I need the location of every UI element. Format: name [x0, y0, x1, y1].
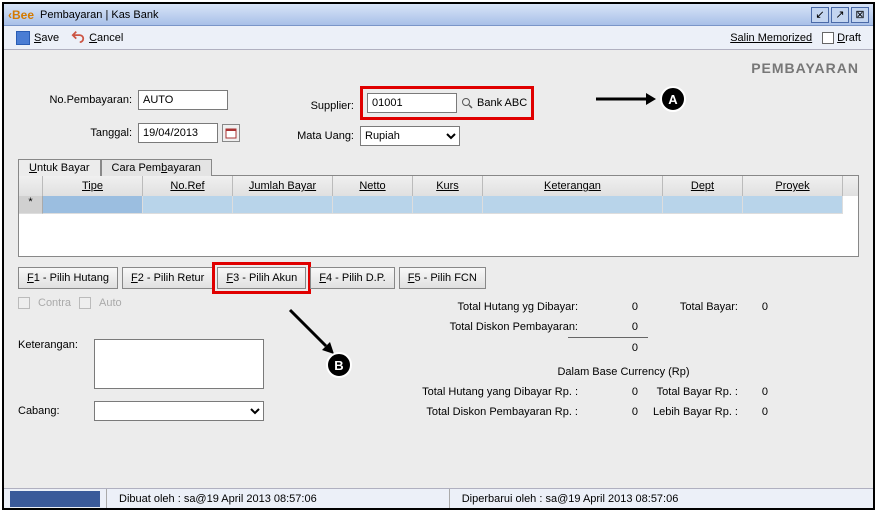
supplier-field-highlighted: Bank ABC — [360, 86, 534, 120]
supplier-name: Bank ABC — [477, 97, 527, 109]
cabang-select[interactable] — [94, 401, 264, 421]
total-bayar-value: 0 — [748, 301, 778, 313]
window-title: Pembayaran | Kas Bank — [40, 9, 158, 21]
callout-b: B — [326, 352, 352, 378]
tab-untuk-bayar[interactable]: Untuk Bayar — [18, 159, 101, 176]
diskon-rp-value: 0 — [588, 406, 648, 418]
total-hutang-dibayar-label: Total Hutang yg Dibayar: — [388, 301, 588, 313]
salin-memorized-link[interactable]: Salin Memorized — [730, 32, 812, 44]
grid-header-blank — [19, 176, 43, 196]
matauang-label: Mata Uang: — [280, 130, 360, 142]
tab-cara-pembayaran[interactable]: Cara Pembayaran — [101, 159, 212, 176]
grid-header-jumlah[interactable]: Jumlah Bayar — [233, 176, 333, 196]
no-pembayaran-label: No.Pembayaran: — [18, 94, 138, 106]
draft-checkbox[interactable] — [822, 32, 834, 44]
grid-header-dept[interactable]: Dept — [663, 176, 743, 196]
grid-header-netto[interactable]: Netto — [333, 176, 413, 196]
tanggal-input[interactable] — [138, 123, 218, 143]
save-button[interactable]: Save — [16, 31, 59, 45]
f4-pilih-dp-button[interactable]: F4 - Pilih D.P. — [310, 267, 394, 289]
contra-label: Contra — [38, 297, 71, 309]
hutang-rp-label: Total Hutang yang Dibayar Rp. : — [388, 386, 588, 398]
base-currency-title: Dalam Base Currency (Rp) — [388, 366, 859, 378]
calendar-icon[interactable] — [222, 124, 240, 142]
grid-header-keterangan[interactable]: Keterangan — [483, 176, 663, 196]
window-close-icon[interactable]: ⊠ — [851, 7, 869, 23]
arrow-a — [596, 91, 656, 107]
grid-header-noref[interactable]: No.Ref — [143, 176, 233, 196]
supplier-input[interactable] — [367, 93, 457, 113]
status-created: Dibuat oleh : sa@19 April 2013 08:57:06 — [106, 489, 329, 508]
f3-pilih-akun-button[interactable]: F3 - Pilih Akun — [217, 267, 306, 289]
status-updated: Diperbarui oleh : sa@19 April 2013 08:57… — [449, 489, 691, 508]
f2-pilih-retur-button[interactable]: F2 - Pilih Retur — [122, 267, 213, 289]
draft-label: Draft — [837, 32, 861, 44]
total-bayar-rp-label: Total Bayar Rp. : — [648, 386, 748, 398]
lebih-bayar-label: Lebih Bayar Rp. : — [648, 406, 748, 418]
no-pembayaran-input[interactable] — [138, 90, 228, 110]
supplier-label: Supplier: — [280, 94, 360, 112]
auto-checkbox — [79, 297, 91, 309]
grid-header-kurs[interactable]: Kurs — [413, 176, 483, 196]
grid-header-proyek[interactable]: Proyek — [743, 176, 843, 196]
callout-a: A — [660, 86, 686, 112]
f1-pilih-hutang-button[interactable]: F1 - Pilih Hutang — [18, 267, 118, 289]
total-diskon-label: Total Diskon Pembayaran: — [388, 321, 588, 333]
total-bayar-label: Total Bayar: — [648, 301, 748, 313]
keterangan-input[interactable] — [94, 339, 264, 389]
cancel-button[interactable]: Cancel — [71, 29, 123, 46]
lookup-icon[interactable] — [461, 97, 473, 109]
total-hutang-dibayar-value: 0 — [588, 301, 648, 313]
arrow-b — [286, 306, 336, 356]
cabang-label: Cabang: — [18, 405, 88, 417]
contra-checkbox — [18, 297, 30, 309]
payment-grid[interactable]: Tipe No.Ref Jumlah Bayar Netto Kurs Kete… — [18, 175, 859, 257]
keterangan-label: Keterangan: — [18, 339, 88, 351]
window-maximize-icon[interactable]: ↗ — [831, 7, 849, 23]
status-indicator — [10, 491, 100, 507]
window-minimize-icon[interactable]: ↙ — [811, 7, 829, 23]
undo-icon — [71, 29, 85, 46]
total-diskon-value: 0 — [588, 321, 648, 333]
total-bayar-rp-value: 0 — [748, 386, 778, 398]
grid-header-tipe[interactable]: Tipe — [43, 176, 143, 196]
grid-row-new[interactable]: * — [19, 196, 858, 214]
diskon-rp-label: Total Diskon Pembayaran Rp. : — [388, 406, 588, 418]
f5-pilih-fcn-button[interactable]: F5 - Pilih FCN — [399, 267, 486, 289]
tanggal-label: Tanggal: — [18, 127, 138, 139]
hutang-rp-value: 0 — [588, 386, 648, 398]
save-icon — [16, 31, 30, 45]
subtotal-value: 0 — [588, 342, 648, 354]
matauang-select[interactable]: Rupiah — [360, 126, 460, 146]
auto-label: Auto — [99, 297, 122, 309]
save-label: ave — [41, 32, 59, 44]
page-title: PEMBAYARAN — [18, 60, 859, 76]
cancel-label: ancel — [97, 32, 123, 44]
app-logo: ‹Bee — [8, 8, 34, 22]
lebih-bayar-value: 0 — [748, 406, 778, 418]
